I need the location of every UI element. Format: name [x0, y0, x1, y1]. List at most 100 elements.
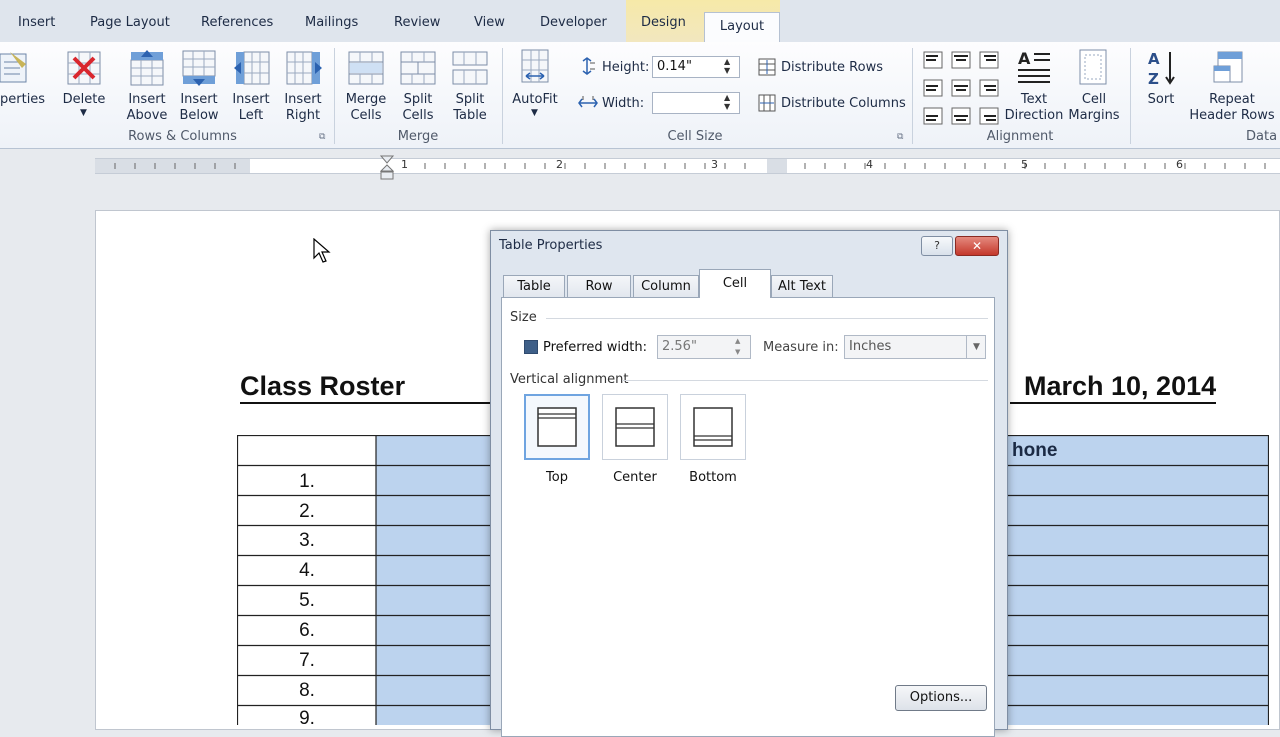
delete-dropdown-icon[interactable]: ▼ [80, 108, 87, 118]
ruler-number: 4 [866, 158, 873, 171]
measure-in-label: Measure in: [763, 340, 839, 355]
repeat-header-line2: Header Rows [1189, 108, 1275, 123]
merge-cells-icon[interactable] [348, 50, 384, 90]
group-alignment-label: Alignment [986, 129, 1054, 144]
distribute-columns-button[interactable]: Distribute Columns [781, 96, 906, 111]
size-divider [546, 318, 988, 319]
tab-design[interactable]: Design [641, 15, 686, 30]
indent-marker-icon[interactable] [379, 155, 395, 185]
split-table-button[interactable]: Split Table [444, 92, 496, 124]
merge-cells-line2: Cells [350, 108, 382, 123]
tab-view[interactable]: View [474, 15, 505, 30]
ruler-number: 2 [556, 158, 563, 171]
split-cells-button[interactable]: Split Cells [392, 92, 444, 124]
insert-right-icon[interactable] [286, 50, 322, 90]
text-direction-line2: Direction [1004, 108, 1064, 123]
tab-layout[interactable]: Layout [704, 12, 780, 43]
tab-cell[interactable]: Cell [699, 269, 771, 298]
tab-column[interactable]: Column [633, 275, 699, 297]
split-table-line2: Table [453, 108, 487, 123]
ruler-number: 6 [1176, 158, 1183, 171]
horizontal-ruler[interactable] [0, 149, 1280, 185]
align-top-icon [537, 407, 577, 447]
tab-table[interactable]: Table [503, 275, 565, 297]
cell-margins-icon[interactable] [1078, 48, 1108, 90]
mouse-cursor-icon [313, 237, 331, 268]
help-button[interactable]: ? [921, 236, 953, 256]
insert-left-button[interactable]: Insert Left [226, 92, 276, 124]
tab-insert[interactable]: Insert [18, 15, 55, 30]
insert-left-icon[interactable] [234, 50, 270, 90]
vertical-alignment-label: Vertical alignment [510, 372, 629, 387]
repeat-header-rows-button[interactable]: Repeat Header Rows [1186, 92, 1278, 124]
height-spinner-icon[interactable]: ▲ ▼ [724, 57, 730, 75]
insert-above-button[interactable]: Insert Above [122, 92, 172, 124]
document-title[interactable]: Class Roster [240, 370, 496, 404]
tab-review[interactable]: Review [394, 15, 440, 30]
delete-table-icon[interactable] [66, 50, 102, 90]
measure-in-dropdown-icon[interactable]: ▼ [966, 336, 986, 358]
preferred-width-label: Preferred width: [543, 340, 648, 355]
tab-page-layout[interactable]: Page Layout [90, 15, 170, 30]
ruler-number: 1 [401, 158, 408, 171]
group-cell-size-label: Cell Size [667, 129, 723, 144]
table-properties-dialog[interactable]: Table Properties ? ✕ Table Row Column Ce… [490, 230, 1008, 737]
rows-columns-launcher-icon[interactable]: ⧉ [319, 132, 325, 142]
autofit-button[interactable]: AutoFit [508, 92, 562, 108]
split-table-icon[interactable] [452, 50, 488, 90]
close-button[interactable]: ✕ [955, 236, 999, 256]
help-icon: ? [934, 239, 940, 252]
insert-below-button[interactable]: Insert Below [174, 92, 224, 124]
align-bottom-icon [693, 407, 733, 447]
repeat-header-line1: Repeat [1209, 92, 1255, 107]
tab-mailings[interactable]: Mailings [305, 15, 358, 30]
ribbon: perties Delete ▼ Insert Above Insert Below… [0, 42, 1280, 149]
text-direction-icon[interactable]: A [1016, 48, 1052, 90]
properties-icon[interactable] [0, 50, 28, 84]
preferred-width-spinner-icon[interactable]: ▲ ▼ [735, 336, 740, 358]
options-button[interactable]: Options... [895, 685, 987, 711]
insert-above-icon[interactable] [130, 50, 164, 90]
sort-icon[interactable]: AZ [1146, 48, 1178, 92]
group-separator [502, 48, 503, 144]
align-bottom-option[interactable] [680, 394, 746, 460]
merge-cells-button[interactable]: Merge Cells [340, 92, 392, 124]
autofit-icon[interactable] [520, 48, 550, 88]
document-date[interactable]: March 10, 2014 [1010, 370, 1217, 404]
split-cells-icon[interactable] [400, 50, 436, 90]
tab-references[interactable]: References [201, 15, 273, 30]
properties-label[interactable]: perties [0, 92, 45, 108]
repeat-header-rows-icon[interactable] [1212, 50, 1248, 90]
cell-size-launcher-icon[interactable]: ⧉ [897, 132, 903, 142]
cell-margins-button[interactable]: Cell Margins [1064, 92, 1124, 124]
tab-developer[interactable]: Developer [540, 15, 607, 30]
svg-text:A: A [1018, 49, 1031, 68]
align-top-option[interactable] [524, 394, 590, 460]
insert-below-line1: Insert [180, 92, 218, 107]
delete-button[interactable]: Delete [58, 92, 110, 108]
group-merge-label: Merge [397, 129, 439, 144]
cell-tab-panel: Size Preferred width: 2.56" ▲ ▼ Measure i… [501, 297, 995, 737]
insert-above-line2: Above [126, 108, 168, 123]
tab-row[interactable]: Row [567, 275, 631, 297]
group-separator [1130, 48, 1131, 144]
align-center-label: Center [613, 470, 657, 485]
tab-alt-text[interactable]: Alt Text [771, 275, 833, 297]
width-spinner-icon[interactable]: ▲ ▼ [724, 93, 730, 111]
column-width-icon [578, 94, 598, 116]
measure-in-select[interactable]: Inches [844, 335, 986, 359]
sort-button[interactable]: Sort [1138, 92, 1184, 108]
ribbon-tab-bar: Insert Page Layout References Mailings R… [0, 0, 1280, 43]
insert-below-icon[interactable] [182, 50, 216, 90]
vertical-alignment-divider [622, 380, 988, 381]
cell-margins-line1: Cell [1081, 92, 1107, 107]
text-direction-button[interactable]: Text Direction [1004, 92, 1064, 124]
distribute-rows-button[interactable]: Distribute Rows [781, 60, 883, 75]
preferred-width-checkbox[interactable] [524, 340, 538, 354]
row-number: 1. [299, 471, 315, 492]
group-rows-columns-label: Rows & Columns [128, 129, 237, 144]
insert-below-line2: Below [179, 108, 219, 123]
insert-right-button[interactable]: Insert Right [278, 92, 328, 124]
autofit-dropdown-icon[interactable]: ▼ [531, 108, 538, 118]
align-center-option[interactable] [602, 394, 668, 460]
